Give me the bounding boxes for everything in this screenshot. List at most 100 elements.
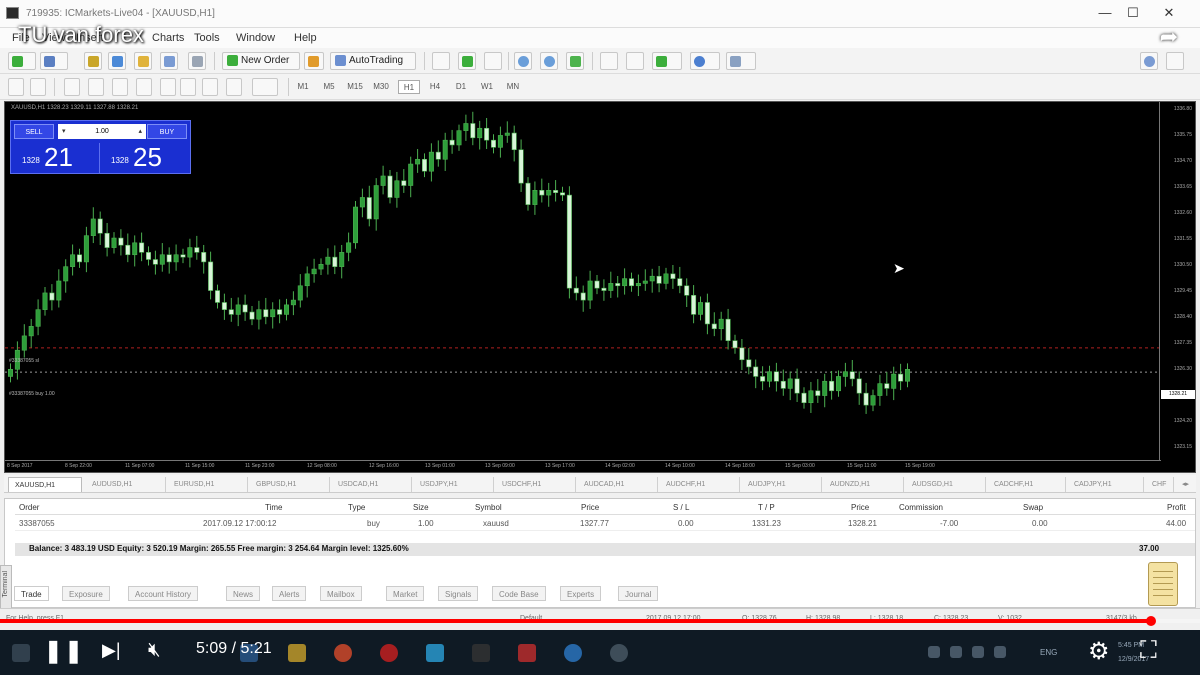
- next-icon[interactable]: ▶|: [102, 640, 121, 661]
- sell-price[interactable]: 1328 21: [14, 142, 100, 173]
- lot-increase-button[interactable]: ▴: [138, 124, 142, 139]
- chart-tab-audcad[interactable]: AUDCAD,H1: [578, 477, 658, 492]
- chart-tab-usdchf[interactable]: USDCHF,H1: [496, 477, 576, 492]
- chart-tab-eurusd[interactable]: EURUSD,H1: [168, 477, 248, 492]
- buy-price[interactable]: 1328 25: [103, 142, 189, 173]
- vertical-line-icon[interactable]: [64, 78, 80, 96]
- trendline-icon[interactable]: [112, 78, 128, 96]
- timeframe-h1[interactable]: H1: [398, 80, 420, 94]
- profiles-button[interactable]: [40, 52, 68, 70]
- gann-icon[interactable]: [160, 78, 176, 96]
- bullish-candle: [787, 378, 793, 389]
- bearish-candle: [801, 392, 807, 404]
- tab-mailbox[interactable]: Mailbox: [320, 586, 362, 601]
- autotrading-button[interactable]: AutoTrading: [330, 52, 416, 70]
- market-watch-icon[interactable]: [84, 52, 102, 70]
- tab-exposure[interactable]: Exposure: [62, 586, 110, 601]
- close-button[interactable]: ✕: [1154, 5, 1184, 21]
- autoscroll-icon[interactable]: [600, 52, 618, 70]
- timeframe-m15[interactable]: M15: [344, 80, 366, 94]
- tab-signals[interactable]: Signals: [438, 586, 479, 601]
- notepad-icon[interactable]: [1148, 562, 1178, 606]
- new-chart-button[interactable]: [8, 52, 36, 70]
- timeframe-mn[interactable]: MN: [502, 80, 524, 94]
- chart-tab-cadjpy[interactable]: CADJPY,H1: [1068, 477, 1144, 492]
- timeframe-d1[interactable]: D1: [450, 80, 472, 94]
- arrows-icon[interactable]: [252, 78, 278, 96]
- bullish-candle: [697, 302, 703, 315]
- indicators-button[interactable]: [652, 52, 682, 70]
- search-options-icon[interactable]: [1166, 52, 1184, 70]
- cursor-icon[interactable]: [8, 78, 24, 96]
- menu-charts[interactable]: Charts: [152, 32, 184, 44]
- terminal-icon[interactable]: [160, 52, 178, 70]
- buy-button[interactable]: BUY: [147, 124, 187, 139]
- navigator-icon[interactable]: [134, 52, 152, 70]
- chart-tab-usdjpy[interactable]: USDJPY,H1: [414, 477, 494, 492]
- tab-trade[interactable]: Trade: [14, 586, 49, 601]
- text-label-icon[interactable]: [226, 78, 242, 96]
- pause-icon[interactable]: ❚❚: [44, 638, 85, 664]
- gear-icon[interactable]: ⚙: [1088, 637, 1110, 666]
- fullscreen-icon[interactable]: ⛶: [1140, 637, 1157, 665]
- tab-journal[interactable]: Journal: [618, 586, 659, 601]
- crosshair-icon[interactable]: [30, 78, 46, 96]
- fibonacci-icon[interactable]: [180, 78, 196, 96]
- tab-experts[interactable]: Experts: [560, 586, 602, 601]
- timeframe-w1[interactable]: W1: [476, 80, 498, 94]
- chart-tab-xauusd[interactable]: XAUUSD,H1: [8, 477, 82, 492]
- chart-tab-gbpusd[interactable]: GBPUSD,H1: [250, 477, 330, 492]
- tab-news[interactable]: News: [226, 586, 261, 601]
- bearish-candle: [208, 261, 214, 291]
- chart-tab-audsgd[interactable]: AUDSGD,H1: [906, 477, 986, 492]
- tabs-scroll-icon[interactable]: ◂▸: [1176, 477, 1194, 492]
- timeframe-m1[interactable]: M1: [292, 80, 314, 94]
- menu-window[interactable]: Window: [236, 32, 275, 44]
- timeframe-m5[interactable]: M5: [318, 80, 340, 94]
- text-icon[interactable]: [202, 78, 218, 96]
- menu-tools[interactable]: Tools: [194, 32, 220, 44]
- bar-chart-icon[interactable]: [432, 52, 450, 70]
- tester-icon[interactable]: [188, 52, 206, 70]
- price-chart[interactable]: XAUUSD,H1 1328.23 1329.11 1327.88 1328.2…: [4, 101, 1196, 473]
- tab-alerts[interactable]: Alerts: [272, 586, 307, 601]
- minimize-button[interactable]: —: [1090, 5, 1120, 20]
- channel-icon[interactable]: [136, 78, 152, 96]
- chart-shift-icon[interactable]: [626, 52, 644, 70]
- new-order-button[interactable]: New Order: [222, 52, 300, 70]
- chart-tab-audnzd[interactable]: AUDNZD,H1: [824, 477, 904, 492]
- metaeditor-icon[interactable]: [304, 52, 324, 70]
- zoom-in-icon[interactable]: [514, 52, 532, 70]
- periods-button[interactable]: [690, 52, 720, 70]
- mute-icon[interactable]: 🔇︎: [148, 639, 161, 662]
- menu-help[interactable]: Help: [294, 32, 317, 44]
- table-row[interactable]: 33387055 2017.09.12 17:00:12 buy 1.00 xa…: [15, 517, 1195, 531]
- maximize-button[interactable]: ☐: [1118, 5, 1148, 21]
- zoom-out-icon[interactable]: [540, 52, 558, 70]
- horizontal-line-icon[interactable]: [88, 78, 104, 96]
- chart-tab-audchf[interactable]: AUDCHF,H1: [660, 477, 740, 492]
- data-window-icon[interactable]: [108, 52, 126, 70]
- timeframe-m30[interactable]: M30: [370, 80, 392, 94]
- tab-account-history[interactable]: Account History: [128, 586, 199, 601]
- bearish-candle: [566, 194, 572, 289]
- bearish-candle: [152, 259, 158, 265]
- lot-size-field[interactable]: ▾ 1.00 ▴: [58, 124, 146, 139]
- chart-tab-usdcad[interactable]: USDCAD,H1: [332, 477, 412, 492]
- line-chart-icon[interactable]: [484, 52, 502, 70]
- video-progress-handle[interactable]: [1145, 616, 1156, 626]
- timeframe-h4[interactable]: H4: [424, 80, 446, 94]
- tab-market[interactable]: Market: [386, 586, 425, 601]
- candlestick-icon[interactable]: [458, 52, 476, 70]
- chart-tab-audusd[interactable]: AUDUSD,H1: [86, 477, 166, 492]
- tab-code-base[interactable]: Code Base: [492, 586, 546, 601]
- tile-windows-icon[interactable]: [566, 52, 584, 70]
- templates-button[interactable]: [726, 52, 756, 70]
- search-icon[interactable]: [1140, 52, 1158, 70]
- lot-decrease-button[interactable]: ▾: [62, 124, 66, 139]
- chart-tab-audjpy[interactable]: AUDJPY,H1: [742, 477, 822, 492]
- chart-tab-chf[interactable]: CHF: [1146, 477, 1174, 492]
- chart-tab-cadchf[interactable]: CADCHF,H1: [988, 477, 1066, 492]
- share-icon[interactable]: ➦: [1160, 24, 1178, 50]
- sell-button[interactable]: SELL: [14, 124, 54, 139]
